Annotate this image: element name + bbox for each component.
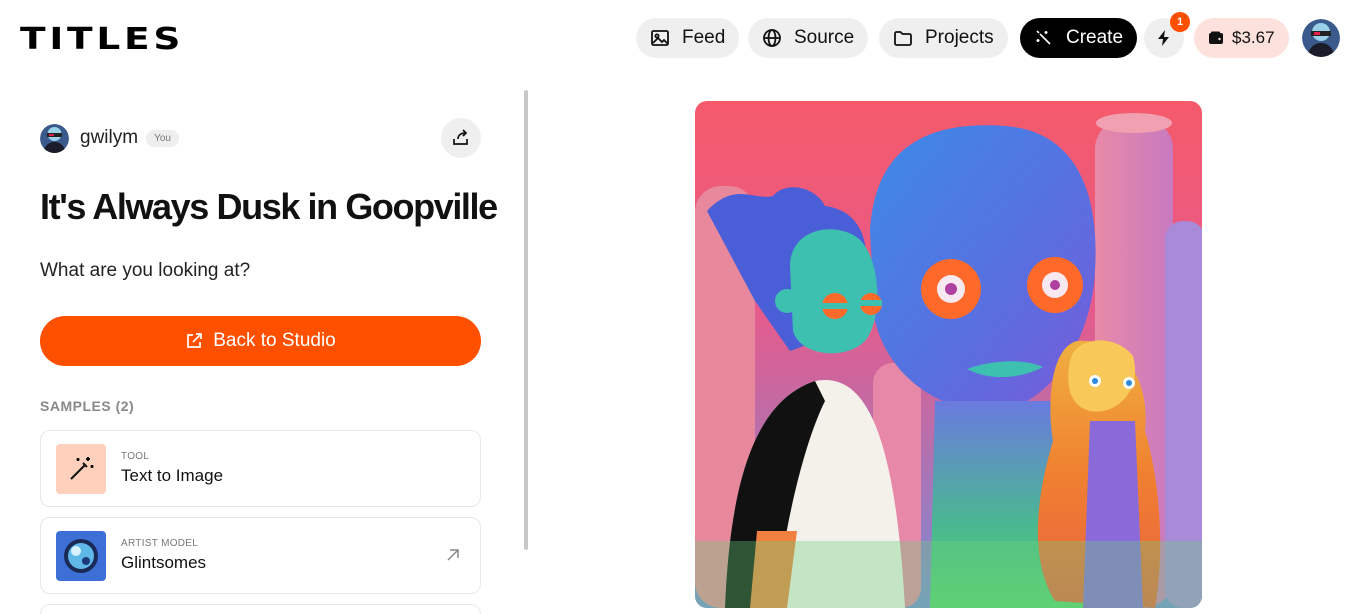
samples-heading: SAMPLES (2) <box>40 398 135 414</box>
share-button[interactable] <box>441 118 481 158</box>
sample-card-artist-model[interactable]: ARTIST MODEL Glintsomes <box>40 517 481 594</box>
author-row: gwilym You <box>40 118 481 158</box>
titles-logo[interactable]: TITLES <box>20 22 184 57</box>
back-to-studio-button[interactable]: Back to Studio <box>40 316 481 366</box>
nav-feed-label: Feed <box>682 27 726 48</box>
project-title: It's Always Dusk in Goopville <box>40 186 498 227</box>
back-to-studio-label: Back to Studio <box>213 330 336 351</box>
arrow-up-right-icon[interactable] <box>444 546 462 564</box>
globe-icon <box>763 29 781 47</box>
profile-avatar[interactable] <box>1302 19 1340 57</box>
folder-icon <box>894 31 912 46</box>
project-artwork[interactable] <box>695 101 1202 608</box>
share-icon <box>453 129 468 145</box>
lightning-icon <box>1158 30 1169 46</box>
notification-badge: 1 <box>1170 12 1190 32</box>
external-link-icon <box>187 333 203 348</box>
nav-projects-label: Projects <box>925 27 994 48</box>
sample-card-tool[interactable]: TOOL Text to Image <box>40 430 481 507</box>
project-description: What are you looking at? <box>40 260 251 281</box>
sample-kicker: ARTIST MODEL <box>121 538 199 549</box>
sample-name: Text to Image <box>121 466 224 485</box>
sparkle-icon <box>1036 30 1051 45</box>
wallet-balance: $3.67 <box>1232 28 1275 47</box>
sample-card-partial[interactable] <box>40 604 481 614</box>
nav-source[interactable]: Source <box>748 18 869 58</box>
wallet-button[interactable]: $3.67 <box>1194 18 1289 58</box>
nav-create[interactable]: Create <box>1020 18 1138 58</box>
magic-wand-icon <box>56 443 106 494</box>
image-icon <box>651 30 669 46</box>
scrollbar-thumb[interactable] <box>524 90 528 550</box>
artist-model-thumbnail <box>56 530 106 581</box>
author-avatar[interactable] <box>40 123 69 153</box>
you-badge: You <box>146 129 179 147</box>
nav-feed[interactable]: Feed <box>636 18 740 58</box>
author-name[interactable]: gwilym <box>80 127 138 149</box>
sample-name: Glintsomes <box>121 553 207 572</box>
nav-create-label: Create <box>1066 27 1124 48</box>
nav-projects[interactable]: Projects <box>879 18 1008 58</box>
wallet-icon <box>1209 31 1223 44</box>
nav-source-label: Source <box>794 27 855 48</box>
sample-kicker: TOOL <box>121 451 150 462</box>
activity-button[interactable]: 1 <box>1144 12 1190 58</box>
